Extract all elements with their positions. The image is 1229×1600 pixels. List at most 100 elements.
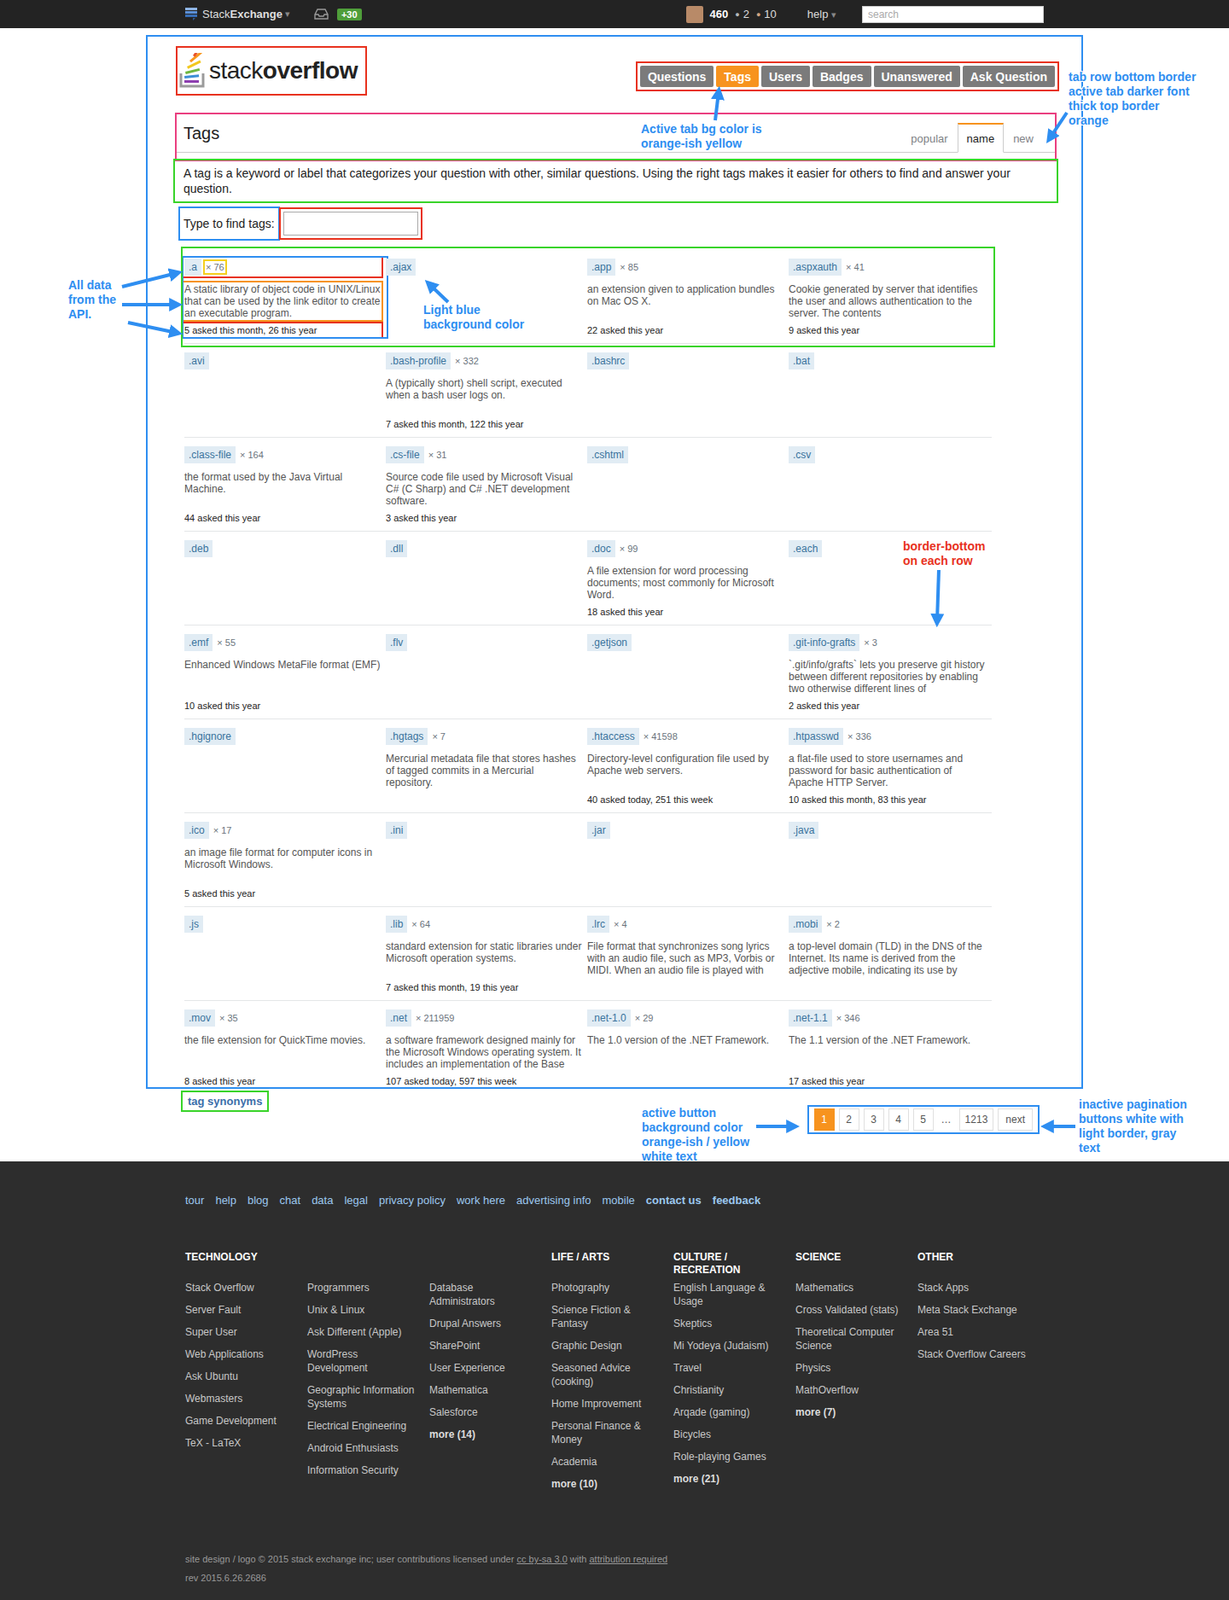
tag-badge[interactable]: .a [184,258,202,276]
footer-link[interactable]: feedback [712,1194,761,1207]
footer-link[interactable]: mobile [601,1194,635,1207]
footer-site-link[interactable]: Home Improvement [551,1397,663,1411]
tag-badge[interactable]: .mobi [788,915,822,933]
footer-site-link[interactable]: Web Applications [185,1347,297,1362]
tag-badge[interactable]: .csv [788,446,816,464]
stackexchange-menu[interactable]: StackExchange ▾ [185,7,291,21]
tag-badge[interactable]: .each [788,540,822,558]
footer-site-link[interactable]: WordPress Development [307,1347,419,1375]
search-input[interactable] [862,5,1044,24]
filter-input[interactable] [283,211,419,236]
inbox-icon[interactable] [314,8,329,20]
tag-badge[interactable]: .ini [385,821,408,839]
footer-site-link[interactable]: Skeptics [673,1316,785,1331]
pagination-button[interactable]: 1 [814,1108,835,1131]
footer-site-link[interactable]: Electrical Engineering [307,1419,419,1433]
user-avatar[interactable] [686,5,704,24]
footer-site-link[interactable]: Information Security [307,1463,419,1478]
nav-tab[interactable]: Ask Question [962,65,1055,88]
footer-site-link[interactable]: Photography [551,1281,663,1295]
tag-badge[interactable]: .cshtml [587,446,629,464]
nav-tab[interactable]: Badges [812,65,872,88]
footer-site-link[interactable]: Personal Finance & Money [551,1419,663,1447]
footer-link[interactable]: legal [343,1194,367,1207]
tag-badge[interactable]: .mov [184,1009,216,1027]
footer-site-link[interactable]: Seasoned Advice (cooking) [551,1361,663,1389]
footer-link[interactable]: work here [456,1194,506,1207]
footer-site-link[interactable]: Drupal Answers [429,1316,541,1331]
tag-badge[interactable]: .hgtags [385,728,428,746]
footer-site-link[interactable]: Physics [795,1361,907,1375]
footer-link[interactable]: blog [247,1194,269,1207]
help-menu[interactable]: help ▾ [807,7,837,21]
pagination-button[interactable]: 4 [888,1108,909,1131]
sort-tab[interactable]: new [1003,122,1043,153]
tag-badge[interactable]: .net-1.1 [788,1009,833,1027]
nav-tab[interactable]: Tags [716,65,759,88]
pagination-button[interactable]: 2 [838,1108,860,1131]
footer-site-link[interactable]: Ask Different (Apple) [307,1325,419,1340]
footer-site-link[interactable]: Mi Yodeya (Judaism) [673,1339,785,1353]
tag-badge[interactable]: .bat [788,352,815,370]
tag-badge[interactable]: .deb [184,540,213,558]
footer-site-link[interactable]: Bicycles [673,1427,785,1442]
footer-site-link[interactable]: Server Fault [185,1303,297,1317]
footer-site-link[interactable]: Role-playing Games [673,1450,785,1464]
footer-site-link[interactable]: Mathematics [795,1281,907,1295]
footer-site-link[interactable]: Travel [673,1361,785,1375]
tag-badge[interactable]: .cs-file [385,446,425,464]
footer-site-link[interactable]: Stack Apps [917,1281,1029,1295]
footer-site-link[interactable]: Stack Overflow [185,1281,297,1295]
tag-badge[interactable]: .jar [587,821,611,839]
footer-site-link[interactable]: more (14) [429,1427,541,1442]
tag-badge[interactable]: .net [385,1009,412,1027]
tag-badge[interactable]: .flv [385,634,408,652]
tag-badge[interactable]: .lrc [587,915,610,933]
site-logo[interactable]: stackoverflow [176,46,367,95]
footer-site-link[interactable]: Salesforce [429,1405,541,1420]
footer-site-link[interactable]: Game Development [185,1414,297,1428]
tag-badge[interactable]: .js [184,915,204,933]
footer-site-link[interactable]: Webmasters [185,1392,297,1406]
footer-site-link[interactable]: Stack Overflow Careers [917,1347,1029,1362]
nav-tab[interactable]: Unanswered [873,65,961,88]
tag-badge[interactable]: .getjson [587,634,632,652]
footer-site-link[interactable]: User Experience [429,1361,541,1375]
tag-badge[interactable]: .ajax [385,258,416,276]
footer-site-link[interactable]: Cross Validated (stats) [795,1303,907,1317]
tag-badge[interactable]: .git-info-grafts [788,634,860,652]
pagination-button[interactable]: next [997,1108,1033,1131]
tag-badge[interactable]: .htaccess [587,728,640,746]
tag-badge[interactable]: .aspxauth [788,258,842,276]
tag-badge[interactable]: .net-1.0 [587,1009,631,1027]
footer-site-link[interactable]: TeX - LaTeX [185,1436,297,1451]
tag-badge[interactable]: .bashrc [587,352,630,370]
footer-site-link[interactable]: Programmers [307,1281,419,1295]
footer-site-link[interactable]: Geographic Information Systems [307,1383,419,1411]
license-link[interactable]: cc by-sa 3.0 [516,1554,567,1565]
pagination-button[interactable]: 3 [863,1108,885,1131]
pagination-button[interactable]: 5 [913,1108,934,1131]
footer-site-link[interactable]: more (10) [551,1477,663,1492]
user-card[interactable]: 460 ●2●10 [686,5,777,24]
tag-badge[interactable]: .class-file [184,446,236,464]
tag-badge[interactable]: .dll [385,540,408,558]
footer-site-link[interactable]: Unix & Linux [307,1303,419,1317]
tag-badge[interactable]: .avi [184,352,210,370]
footer-site-link[interactable]: Mathematica [429,1383,541,1398]
footer-site-link[interactable]: Theoretical Computer Science [795,1325,907,1353]
footer-site-link[interactable]: English Language & Usage [673,1281,785,1309]
tag-synonyms-link[interactable]: tag synonyms [184,1094,266,1109]
footer-site-link[interactable]: Database Administrators [429,1281,541,1309]
tag-badge[interactable]: .doc [587,540,616,558]
achievements-badge[interactable]: +30 [337,8,362,21]
tag-badge[interactable]: .hgignore [184,728,236,746]
footer-site-link[interactable]: MathOverflow [795,1383,907,1398]
footer-site-link[interactable]: Science Fiction & Fantasy [551,1303,663,1331]
tag-badge[interactable]: .htpasswd [788,728,844,746]
footer-site-link[interactable]: Area 51 [917,1325,1029,1340]
footer-site-link[interactable]: Android Enthusiasts [307,1441,419,1456]
footer-site-link[interactable]: Meta Stack Exchange [917,1303,1029,1317]
footer-link[interactable]: tour [185,1194,204,1207]
sort-tab[interactable]: popular [901,122,957,153]
